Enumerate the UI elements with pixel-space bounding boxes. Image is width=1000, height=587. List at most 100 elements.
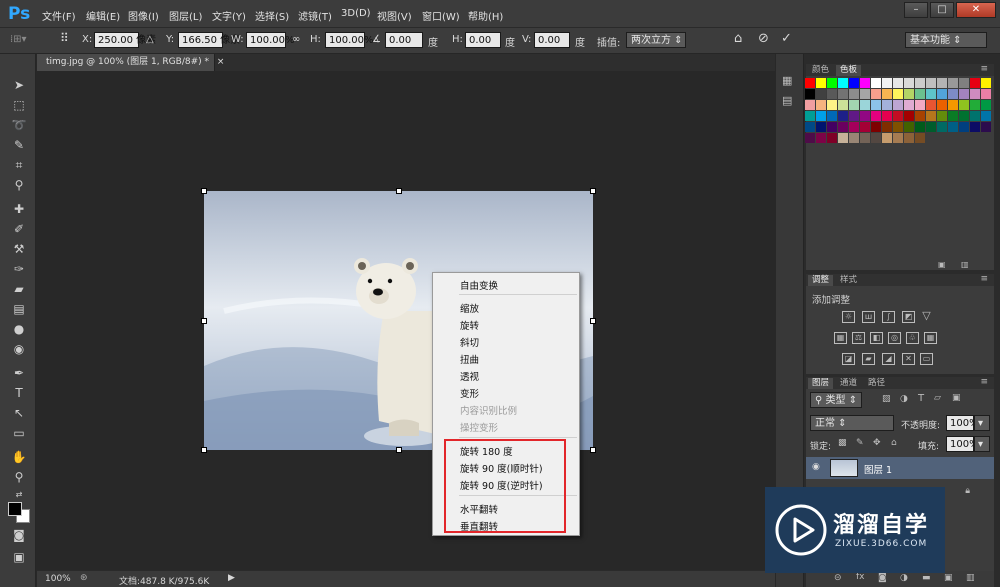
color-swatch[interactable]: [827, 133, 837, 143]
properties-panel-icon[interactable]: ▤: [782, 94, 792, 107]
color-swatch[interactable]: [959, 111, 969, 121]
layer-mask-icon[interactable]: ◙: [878, 573, 887, 583]
color-swatch[interactable]: [827, 100, 837, 110]
fill-field[interactable]: 100%: [946, 436, 979, 452]
color-swatch[interactable]: [893, 133, 903, 143]
color-swatch[interactable]: [816, 111, 826, 121]
lock-pixels-icon[interactable]: ✎: [856, 438, 864, 448]
color-swatch[interactable]: [805, 100, 815, 110]
lock-position-icon[interactable]: ✥: [873, 438, 881, 448]
color-swatch[interactable]: [915, 133, 925, 143]
close-button[interactable]: ✕: [956, 2, 996, 18]
history-panel-icon[interactable]: ▦: [782, 74, 792, 87]
color-swatch[interactable]: [937, 89, 947, 99]
color-swatch[interactable]: [948, 89, 958, 99]
color-swatch[interactable]: [849, 133, 859, 143]
color-swatch[interactable]: [849, 111, 859, 121]
lock-all-icon[interactable]: ⌂: [891, 438, 897, 448]
panel-menu-icon[interactable]: ≡: [980, 274, 988, 284]
color-swatch[interactable]: [959, 122, 969, 132]
color-swatch[interactable]: [871, 111, 881, 121]
panel-menu-icon[interactable]: ≡: [980, 64, 988, 74]
brightness-icon[interactable]: ☼: [842, 311, 855, 323]
ctx-free-transform[interactable]: 自由变换: [460, 278, 498, 292]
color-swatch[interactable]: [838, 100, 848, 110]
screen-mode-icon[interactable]: ▣: [9, 548, 29, 566]
curves-icon[interactable]: ∫: [882, 311, 895, 323]
ctx-skew[interactable]: 斜切: [460, 335, 479, 349]
commit-transform-icon[interactable]: ✓: [781, 31, 792, 46]
tab-swatches[interactable]: 色板: [836, 65, 862, 76]
levels-icon[interactable]: ш: [862, 311, 875, 323]
color-swatch[interactable]: [827, 111, 837, 121]
color-swatch[interactable]: [882, 78, 892, 88]
color-swatch[interactable]: [882, 133, 892, 143]
eraser-tool-icon[interactable]: ▰: [9, 280, 29, 298]
transform-handle[interactable]: [201, 318, 207, 324]
zoom-level[interactable]: 100%: [45, 574, 71, 584]
tab-styles[interactable]: 样式: [836, 275, 861, 286]
invert-icon[interactable]: ◪: [842, 353, 855, 365]
color-swatch[interactable]: [871, 100, 881, 110]
color-swatch[interactable]: [816, 78, 826, 88]
blend-mode-select[interactable]: 正常 ⇕: [810, 415, 894, 431]
lasso-tool-icon[interactable]: ➰: [9, 116, 29, 134]
menu-filter[interactable]: 滤镜(T): [298, 8, 332, 23]
color-swatch[interactable]: [959, 78, 969, 88]
color-swatch[interactable]: [937, 111, 947, 121]
close-tab-icon[interactable]: ×: [217, 57, 225, 67]
delete-layer-icon[interactable]: ▥: [966, 573, 975, 583]
color-swatch[interactable]: [937, 100, 947, 110]
color-swatch[interactable]: [805, 122, 815, 132]
vskew-field[interactable]: 0.00: [534, 32, 570, 48]
transform-handle[interactable]: [396, 447, 402, 453]
blur-tool-icon[interactable]: ●: [9, 320, 29, 338]
color-balance-icon[interactable]: ⚖: [852, 332, 865, 344]
color-swatch[interactable]: [904, 100, 914, 110]
menu-image[interactable]: 图像(I): [128, 8, 159, 23]
color-swatch[interactable]: [860, 89, 870, 99]
exposure-icon[interactable]: ◩: [902, 311, 915, 323]
opacity-field[interactable]: 100%: [946, 415, 979, 431]
color-swatch[interactable]: [838, 78, 848, 88]
color-swatch[interactable]: [860, 100, 870, 110]
color-swatch[interactable]: [904, 122, 914, 132]
marquee-tool-icon[interactable]: ⬚: [9, 96, 29, 114]
x-field[interactable]: 250.00 像素: [94, 32, 156, 48]
hskew-field[interactable]: 0.00: [465, 32, 501, 48]
color-swatch[interactable]: [882, 111, 892, 121]
menu-3d[interactable]: 3D(D): [341, 8, 371, 19]
color-swatch[interactable]: [970, 78, 980, 88]
posterize-icon[interactable]: ▰: [862, 353, 875, 365]
color-swatch[interactable]: [948, 111, 958, 121]
menu-select[interactable]: 选择(S): [255, 8, 289, 23]
menu-file[interactable]: 文件(F): [42, 8, 76, 23]
smart-object-filter-icon[interactable]: ▣: [952, 393, 961, 403]
new-layer-icon[interactable]: ▣: [944, 573, 953, 583]
color-swatch[interactable]: [849, 78, 859, 88]
color-swatch[interactable]: [981, 100, 991, 110]
new-swatch-icon[interactable]: ▣: [938, 260, 946, 269]
color-swatch[interactable]: [926, 100, 936, 110]
color-swatch[interactable]: [926, 111, 936, 121]
fill-dropdown-icon[interactable]: ▾: [974, 436, 990, 452]
hue-saturation-icon[interactable]: ▦: [834, 332, 847, 344]
color-swatch[interactable]: [937, 122, 947, 132]
color-swatch[interactable]: [838, 122, 848, 132]
relative-position-icon[interactable]: △: [146, 34, 154, 45]
color-swatch[interactable]: [849, 122, 859, 132]
color-swatch[interactable]: [838, 111, 848, 121]
new-group-icon[interactable]: ▬: [922, 573, 931, 583]
color-swatch[interactable]: [937, 78, 947, 88]
color-swatch[interactable]: [816, 100, 826, 110]
pixel-filter-icon[interactable]: ▨: [882, 394, 891, 404]
y-field[interactable]: 166.50 像素: [178, 32, 240, 48]
transform-handle[interactable]: [590, 188, 596, 194]
rectangle-tool-icon[interactable]: ▭: [9, 424, 29, 442]
hand-tool-icon[interactable]: ✋: [9, 448, 29, 466]
color-swatch[interactable]: [915, 122, 925, 132]
panel-menu-icon[interactable]: ≡: [980, 377, 988, 387]
color-swatch[interactable]: [926, 89, 936, 99]
color-swatch[interactable]: [816, 133, 826, 143]
tab-adjustments[interactable]: 调整: [808, 275, 834, 286]
